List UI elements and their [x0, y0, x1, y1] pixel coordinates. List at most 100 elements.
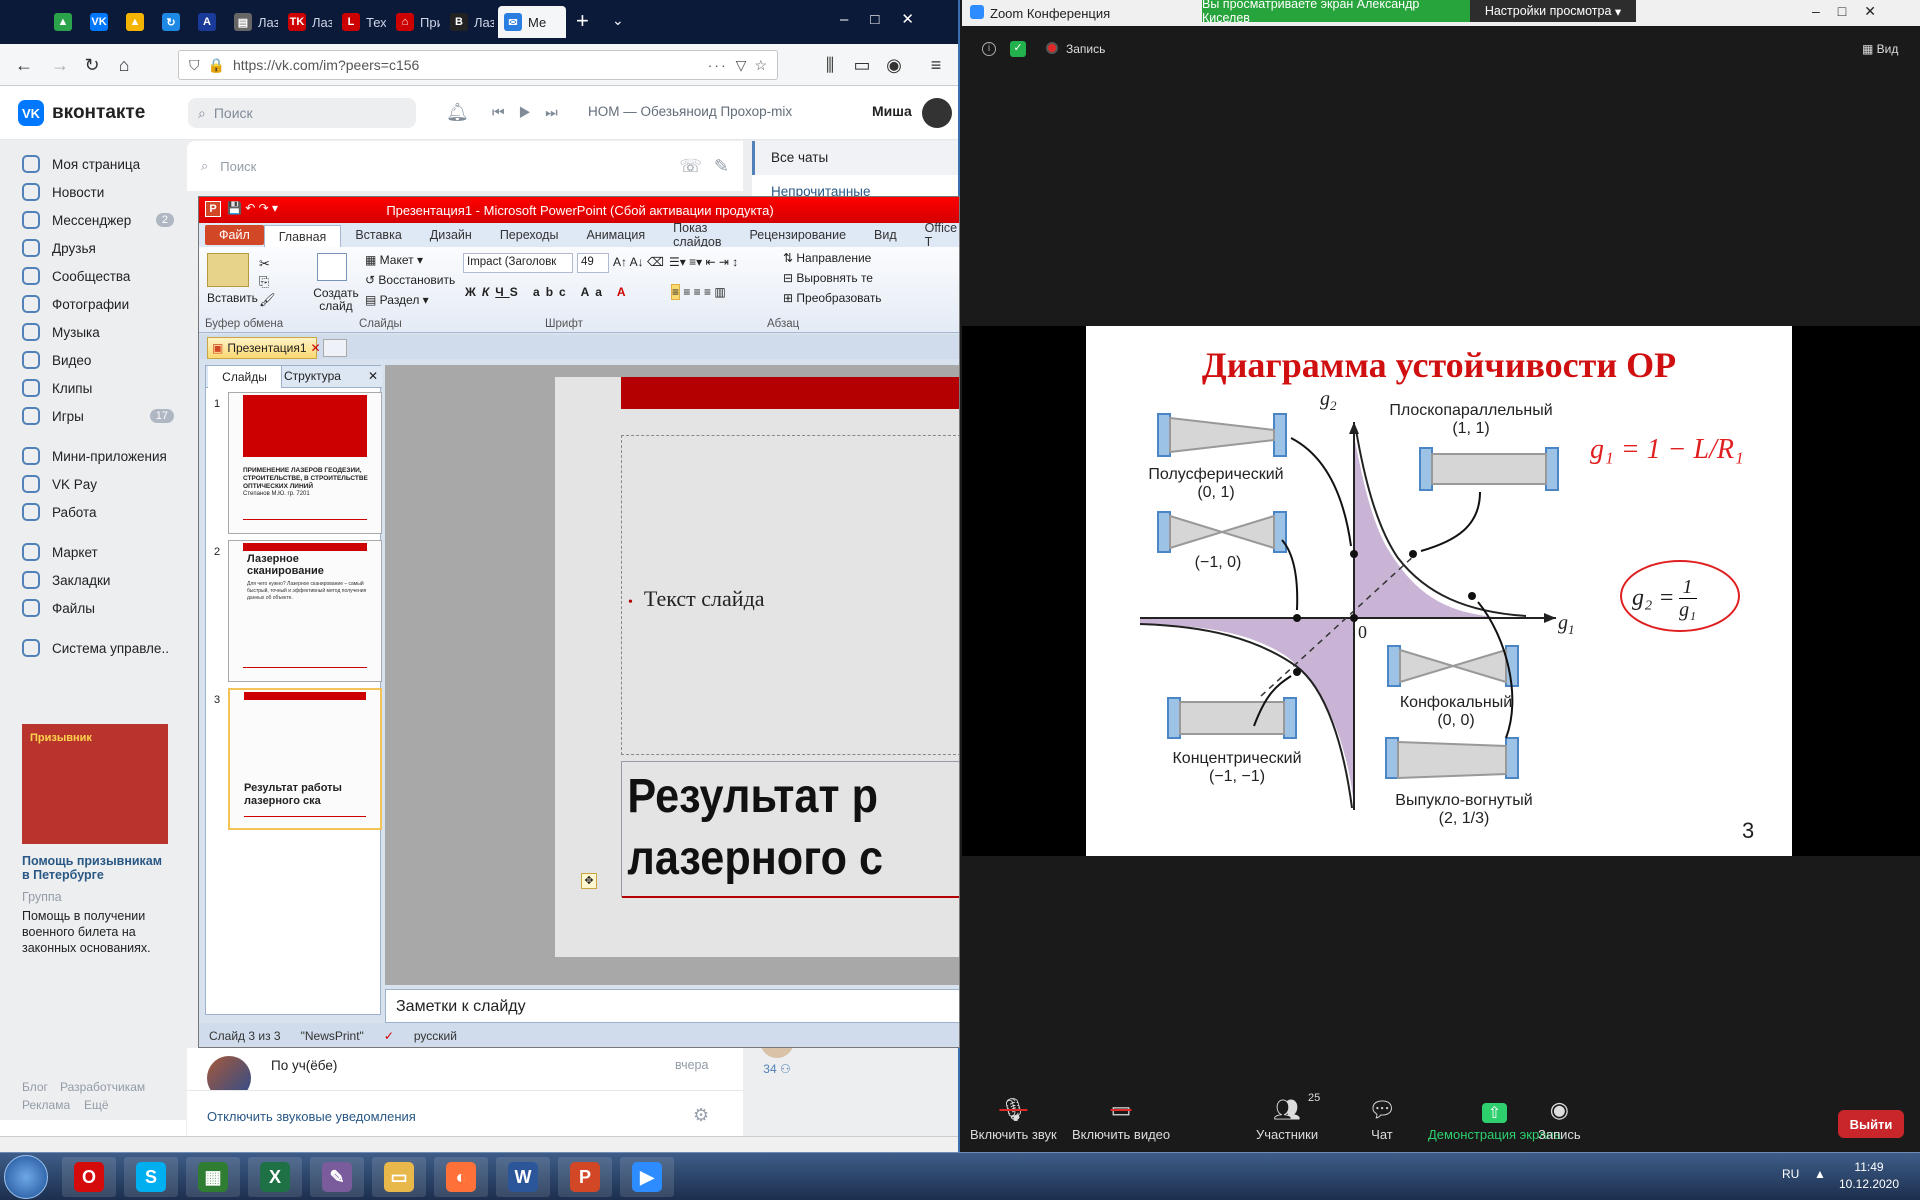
- chat-search-input[interactable]: ⌕ Поиск ☏ ✎: [187, 141, 743, 191]
- horizontal-scrollbar[interactable]: [0, 1136, 958, 1152]
- toolbar-button[interactable]: ◉ Запись: [1538, 1084, 1581, 1148]
- sidebar-item[interactable]: Клипы: [22, 376, 174, 400]
- home-icon[interactable]: ⌂: [110, 51, 138, 79]
- taskbar-app-button[interactable]: ◐: [434, 1157, 488, 1197]
- quick-access-icons[interactable]: 💾 ↶ ↷ ▾: [227, 201, 278, 215]
- browser-tab[interactable]: ▲: [120, 6, 150, 38]
- leave-button[interactable]: Выйти: [1838, 1110, 1904, 1138]
- sidebar-item[interactable]: Сообщества: [22, 264, 174, 288]
- align-icons[interactable]: ≡ ≡ ≡ ≡ ▥: [671, 284, 726, 300]
- sidebar-item[interactable]: Файлы: [22, 596, 174, 620]
- sidebar-item[interactable]: VK Pay: [22, 472, 174, 496]
- browser-tab[interactable]: VK: [84, 6, 114, 38]
- slide-thumbnail-2[interactable]: Лазерное сканирование Для чего нужно? Ла…: [228, 540, 382, 682]
- taskbar-app-button[interactable]: ▭: [372, 1157, 426, 1197]
- back-icon[interactable]: ←: [10, 51, 38, 79]
- sidebar-item[interactable]: Фотографии: [22, 292, 174, 316]
- player-track[interactable]: НОМ — Обезьяноид Прохор-mix: [588, 104, 792, 119]
- ribbon-tab[interactable]: Дизайн: [416, 228, 486, 242]
- new-slide-button[interactable]: Создать слайд: [313, 287, 359, 313]
- footer-link[interactable]: Блог: [22, 1080, 48, 1094]
- footer-link[interactable]: Ещё: [84, 1098, 109, 1112]
- info-icon[interactable]: i: [982, 42, 996, 56]
- paste-icon[interactable]: [207, 253, 249, 287]
- font-grow-shrink-icons[interactable]: A↑ A↓ ⌫: [613, 255, 664, 269]
- shield-icon[interactable]: ✓: [1010, 41, 1026, 57]
- notes-pane[interactable]: Заметки к слайду: [385, 989, 959, 1023]
- slide-thumbnail-3[interactable]: Результат работы лазерного ска: [228, 688, 382, 830]
- taskbar-app-button[interactable]: ▦: [186, 1157, 240, 1197]
- new-tab-button[interactable]: +: [576, 8, 589, 34]
- align-text-button[interactable]: ⊟ Выровнять те: [783, 271, 873, 285]
- sidebar-item[interactable]: Мини-приложения: [22, 444, 174, 468]
- sidebar-item[interactable]: Мессенджер 2: [22, 208, 174, 232]
- window-controls[interactable]: ‒□✕: [1812, 3, 1894, 20]
- tray-arrow-icon[interactable]: ▲: [1814, 1167, 1826, 1181]
- taskbar-app-button[interactable]: ✎: [310, 1157, 364, 1197]
- list-icons[interactable]: ☰▾ ≡▾ ⇤ ⇥ ↕: [669, 255, 738, 269]
- ribbon-tab[interactable]: Переходы: [486, 228, 573, 242]
- account-icon[interactable]: ◉: [880, 51, 908, 79]
- close-icon[interactable]: ✕: [311, 341, 321, 355]
- footer-link[interactable]: Реклама: [22, 1098, 70, 1112]
- tab-slides[interactable]: Слайды: [208, 366, 282, 388]
- font-format-icons[interactable]: ЖКЧS abc Aa A: [465, 285, 632, 299]
- mute-notifications-link[interactable]: Отключить звуковые уведомления: [207, 1109, 416, 1124]
- ad-image[interactable]: Призывник: [22, 724, 168, 844]
- new-tab-button[interactable]: [323, 339, 347, 357]
- paste-button[interactable]: Вставить: [207, 291, 258, 305]
- toolbar-button[interactable]: 💬︎ Чат: [1368, 1084, 1396, 1148]
- sidebar-item[interactable]: Игры 17: [22, 404, 174, 428]
- ribbon-tab[interactable]: Главная: [263, 225, 342, 247]
- sidebar-item[interactable]: Видео: [22, 348, 174, 372]
- title-placeholder[interactable]: Результат р лазерного с: [621, 761, 959, 898]
- filter-all-chats[interactable]: Все чаты: [752, 141, 958, 175]
- section-button[interactable]: ▤ Раздел ▾: [365, 293, 429, 307]
- convert-smartart-button[interactable]: ⊞ Преобразовать: [783, 291, 882, 305]
- browser-tab[interactable]: ✉ Ме: [498, 6, 566, 38]
- ribbon-tab[interactable]: Вставка: [341, 228, 415, 242]
- reload-icon[interactable]: ↻: [78, 51, 106, 79]
- taskbar-app-button[interactable]: O: [62, 1157, 116, 1197]
- toolbar-button[interactable]: 👥︎ 25 Участники: [1256, 1084, 1320, 1148]
- sidebar-item[interactable]: Работа: [22, 500, 174, 524]
- font-size-select[interactable]: 49: [577, 253, 609, 273]
- forward-icon[interactable]: →: [46, 51, 74, 79]
- menu-icon[interactable]: ≡: [922, 51, 950, 79]
- sidebar-icon[interactable]: ▭: [848, 51, 876, 79]
- new-call-icon[interactable]: ☏: [679, 156, 702, 177]
- window-controls[interactable]: ‒□✕: [840, 10, 936, 28]
- sidebar-item[interactable]: Моя страница: [22, 152, 174, 176]
- sidebar-item[interactable]: Новости: [22, 180, 174, 204]
- sidebar-item[interactable]: Маркет: [22, 540, 174, 564]
- gear-icon[interactable]: ⚙: [693, 1105, 709, 1126]
- view-settings-button[interactable]: Настройки просмотра ▾: [1470, 0, 1636, 22]
- clock[interactable]: 11:49 10.12.2020: [1836, 1159, 1902, 1193]
- browser-tab[interactable]: ▤ Лазер: [228, 6, 278, 38]
- text-direction-button[interactable]: ⇅ Направление: [783, 251, 871, 265]
- user-name[interactable]: Миша: [872, 103, 912, 119]
- tab-outline[interactable]: Структура: [284, 369, 341, 383]
- sidebar-item[interactable]: Друзья: [22, 236, 174, 260]
- bell-icon[interactable]: 🔔︎: [446, 102, 469, 123]
- pocket-icon[interactable]: ▽: [736, 57, 747, 74]
- player-controls[interactable]: ⏮▶⏭: [492, 104, 572, 121]
- slide-thumbnail-1[interactable]: ПРИМЕНЕНИЕ ЛАЗЕРОВ ГЕОДЕЗИИ, СТРОИТЕЛЬСТ…: [228, 392, 382, 534]
- compose-icon[interactable]: ✎: [714, 156, 729, 177]
- language[interactable]: русский: [414, 1029, 457, 1043]
- browser-tab[interactable]: ▲: [48, 6, 78, 38]
- document-tab[interactable]: ▣ Презентация1 ✕: [207, 337, 321, 359]
- taskbar-app-button[interactable]: S: [124, 1157, 178, 1197]
- ribbon-tab[interactable]: Файл: [205, 225, 264, 245]
- view-button[interactable]: ▦ Вид: [1862, 42, 1898, 56]
- ribbon-tab[interactable]: Office T: [911, 221, 959, 249]
- autofit-icon[interactable]: ✥: [581, 873, 597, 889]
- layout-button[interactable]: ▦ Макет ▾: [365, 253, 423, 267]
- ad-title[interactable]: Помощь призывникам в Петербурге: [22, 854, 172, 882]
- ribbon-tab[interactable]: Рецензирование: [736, 228, 861, 242]
- browser-tab[interactable]: TK Лазер: [282, 6, 332, 38]
- taskbar-app-button[interactable]: P: [558, 1157, 612, 1197]
- browser-tab[interactable]: B Лазер: [444, 6, 494, 38]
- content-placeholder[interactable]: • Текст слайда: [621, 435, 959, 755]
- ribbon-tab[interactable]: Анимация: [572, 228, 659, 242]
